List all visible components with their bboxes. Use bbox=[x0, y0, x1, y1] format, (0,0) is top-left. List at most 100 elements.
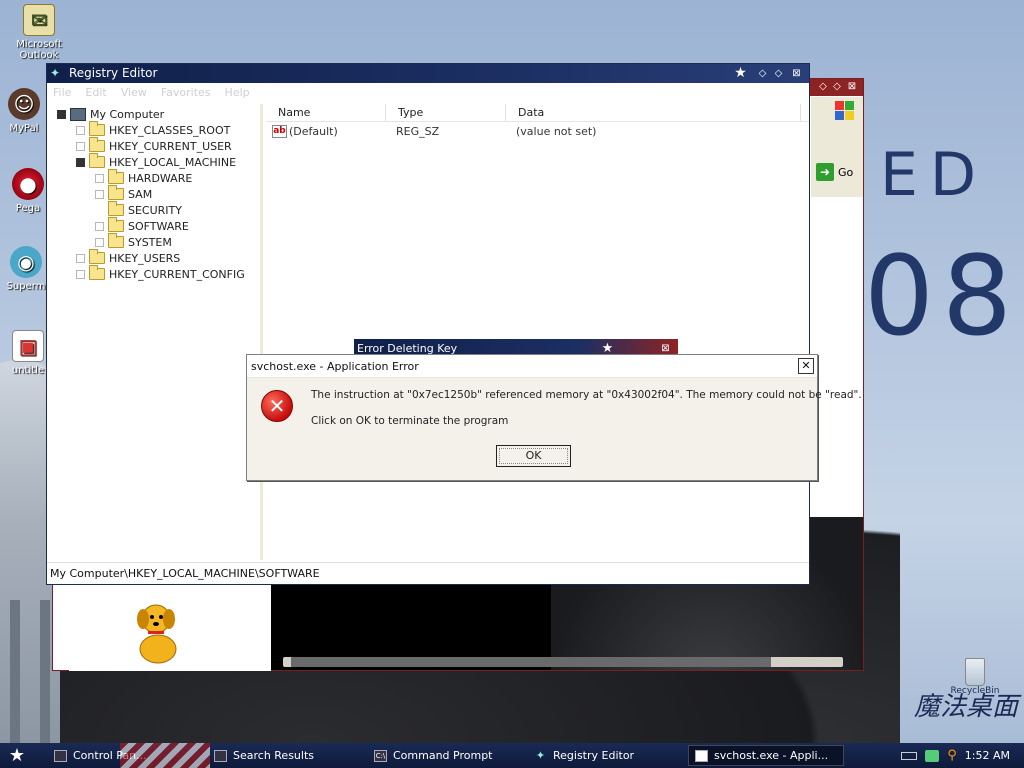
tree-item-hkcu[interactable]: HKEY_CURRENT_USER bbox=[76, 137, 232, 154]
expand-icon[interactable] bbox=[95, 173, 104, 183]
registry-tree[interactable]: My Computer HKEY_CLASSES_ROOT HKEY_CURRE… bbox=[47, 104, 263, 560]
menu-view[interactable]: View bbox=[121, 86, 147, 99]
star-icon[interactable]: ★ bbox=[734, 66, 747, 80]
registry-editor-titlebar[interactable]: ✦ Registry Editor ★ ◇ ◇ ⊠ bbox=[47, 64, 809, 83]
recycle-bin-icon bbox=[965, 658, 985, 686]
folder-icon bbox=[89, 249, 105, 264]
network-icon[interactable] bbox=[925, 749, 940, 762]
expand-icon[interactable] bbox=[95, 189, 104, 199]
menu-file[interactable]: File bbox=[53, 86, 71, 99]
menu-help[interactable]: Help bbox=[225, 86, 250, 99]
menu-edit[interactable]: Edit bbox=[85, 86, 106, 99]
window-title: Registry Editor bbox=[69, 66, 158, 80]
close-button[interactable]: ✕ bbox=[798, 358, 814, 374]
collapse-icon[interactable] bbox=[57, 109, 66, 119]
expand-icon[interactable] bbox=[76, 125, 85, 135]
column-name[interactable]: Name bbox=[266, 104, 386, 121]
open-folder-icon bbox=[108, 217, 124, 232]
tree-item-hkcc[interactable]: HKEY_CURRENT_CONFIG bbox=[76, 265, 245, 282]
maximize-icon[interactable]: ◇ bbox=[772, 67, 785, 80]
taskbar-item-svchost-error[interactable]: svchost.exe - Appli... bbox=[688, 745, 844, 766]
string-value-icon: ab bbox=[272, 124, 287, 138]
expand-icon[interactable] bbox=[95, 237, 104, 247]
close-icon[interactable]: ⊠ bbox=[790, 67, 803, 80]
tree-item-system[interactable]: SYSTEM bbox=[95, 233, 172, 250]
go-label: Go bbox=[838, 165, 854, 179]
collapse-icon[interactable] bbox=[76, 157, 85, 167]
value-data: (value not set) bbox=[516, 124, 597, 138]
tree-item-hku[interactable]: HKEY_USERS bbox=[76, 249, 181, 266]
desktop-icon-outlook[interactable]: ✉ Microsoft Outlook bbox=[4, 4, 74, 61]
control-panel-icon bbox=[54, 749, 67, 762]
folder-icon bbox=[89, 121, 105, 136]
registry-editor-window[interactable]: ✦ Registry Editor ★ ◇ ◇ ⊠ File Edit View… bbox=[46, 63, 810, 585]
tree-item-label: HKEY_CURRENT_USER bbox=[109, 139, 232, 153]
keyboard-icon[interactable] bbox=[901, 751, 918, 760]
expand-icon[interactable] bbox=[95, 221, 104, 231]
ok-button[interactable]: OK bbox=[496, 445, 571, 467]
taskbar-flag-decoration bbox=[120, 743, 210, 768]
taskbar-item-command-prompt[interactable]: C:\ Command Prompt bbox=[368, 745, 524, 766]
tree-item-hkcr[interactable]: HKEY_CLASSES_ROOT bbox=[76, 121, 231, 138]
column-data[interactable]: Data bbox=[506, 104, 801, 121]
desktop-icon-pega[interactable]: ● Pega bbox=[8, 168, 48, 214]
application-error-dialog[interactable]: svchost.exe - Application Error ✕ ✕ The … bbox=[246, 354, 862, 481]
dialog-titlebar[interactable]: svchost.exe - Application Error ✕ bbox=[247, 355, 817, 378]
taskbar-item-registry-editor[interactable]: ✦ Registry Editor bbox=[528, 745, 684, 766]
close-icon[interactable]: ⊠ bbox=[846, 81, 858, 93]
window-icon bbox=[695, 749, 708, 762]
value-name-cell: ab (Default) bbox=[266, 124, 386, 138]
column-type[interactable]: Type bbox=[386, 104, 506, 121]
folder-icon bbox=[108, 233, 124, 248]
tree-item-my-computer[interactable]: My Computer bbox=[57, 106, 164, 122]
taskbar-item-search-results[interactable]: Search Results bbox=[208, 745, 364, 766]
registry-values-list[interactable]: Name Type Data ab (Default) REG_SZ (valu… bbox=[266, 104, 809, 560]
start-button[interactable]: ★ bbox=[0, 743, 34, 768]
desktop: ED 08 ✉ Microsoft Outlook ☺ MyPal ● Pega… bbox=[0, 0, 1024, 743]
wallpaper-text-top: ED bbox=[880, 140, 989, 210]
tree-item-hardware[interactable]: HARDWARE bbox=[95, 169, 192, 186]
menu-favorites[interactable]: Favorites bbox=[161, 86, 211, 99]
desktop-icon-label: Pega bbox=[15, 203, 41, 214]
task-label: Registry Editor bbox=[553, 749, 635, 762]
tree-item-sam[interactable]: SAM bbox=[95, 185, 152, 202]
folder-icon bbox=[89, 265, 105, 280]
list-item[interactable]: ab (Default) REG_SZ (value not set) bbox=[266, 122, 809, 140]
minimize-icon[interactable]: ◇ bbox=[817, 81, 829, 93]
folder-icon bbox=[108, 169, 124, 184]
pega-icon: ● bbox=[12, 168, 44, 200]
tree-item-hklm[interactable]: HKEY_LOCAL_MACHINE bbox=[76, 153, 236, 170]
minimize-icon[interactable]: ◇ bbox=[756, 67, 769, 80]
tree-item-security[interactable]: SECURITY bbox=[108, 201, 182, 218]
desktop-icon-label: Superm bbox=[6, 281, 46, 292]
folder-icon bbox=[89, 153, 105, 168]
scrollbar-thumb[interactable] bbox=[291, 657, 771, 667]
expand-icon[interactable] bbox=[76, 253, 85, 263]
tree-item-label: SOFTWARE bbox=[128, 219, 189, 233]
clock[interactable]: 1:52 AM bbox=[965, 749, 1010, 762]
expand-icon[interactable] bbox=[76, 269, 85, 279]
maximize-icon[interactable]: ◇ bbox=[831, 81, 843, 93]
horizontal-scrollbar[interactable] bbox=[283, 657, 843, 667]
tree-item-label: HKEY_CLASSES_ROOT bbox=[109, 123, 231, 137]
tree-item-software[interactable]: SOFTWARE bbox=[95, 217, 189, 234]
value-type: REG_SZ bbox=[396, 124, 440, 138]
go-button[interactable]: ➜ Go bbox=[813, 161, 859, 183]
system-tray: ⚲ 1:52 AM bbox=[901, 748, 1024, 763]
desktop-icon-superm[interactable]: ◉ Superm bbox=[4, 246, 48, 292]
search-assistant-dog-icon[interactable] bbox=[123, 597, 193, 667]
taskbar: ★ Control Pan... Search Results C:\ Comm… bbox=[0, 743, 1024, 768]
tree-item-label: HKEY_USERS bbox=[109, 251, 181, 265]
search-icon[interactable]: ⚲ bbox=[947, 748, 957, 763]
task-label: svchost.exe - Appli... bbox=[714, 749, 829, 762]
desktop-icon-mypal[interactable]: ☺ MyPal bbox=[2, 88, 46, 134]
desktop-icon-untitled[interactable]: ▣ untitle bbox=[8, 330, 48, 376]
task-label: Command Prompt bbox=[393, 749, 493, 762]
expand-icon[interactable] bbox=[76, 141, 85, 151]
value-name: (Default) bbox=[289, 124, 338, 138]
error-instruction: Click on OK to terminate the program bbox=[311, 415, 509, 427]
task-label: Search Results bbox=[233, 749, 315, 762]
folder-icon bbox=[89, 137, 105, 152]
desktop-icon-label: MyPal bbox=[9, 123, 39, 134]
desktop-icon-label: Microsoft Outlook bbox=[16, 39, 62, 61]
